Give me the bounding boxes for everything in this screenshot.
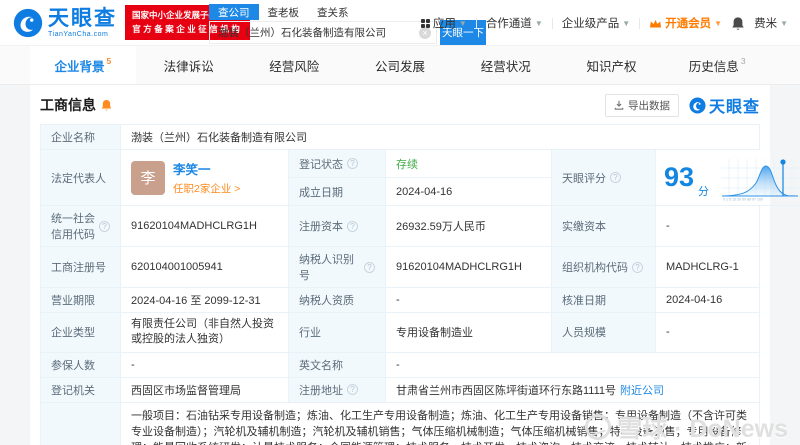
industry-label: 行业 [289, 313, 386, 353]
help-icon[interactable] [347, 158, 358, 169]
insured-value: - [121, 352, 289, 378]
tab-company-development[interactable]: 公司发展 [347, 46, 453, 84]
reg-capital-label: 注册资本 [289, 206, 386, 247]
user-menu[interactable]: 费米 ▼ [754, 15, 788, 31]
credit-code-value: 91620104MADHCLRG1H [121, 206, 289, 247]
industry-value: 专用设备制造业 [386, 313, 552, 353]
staff-size-value: - [656, 313, 760, 353]
legal-rep-cell: 李 李笑一 任职2家企业 > [121, 150, 289, 206]
approval-date-value: 2024-04-16 [656, 288, 760, 313]
reg-number-label: 工商注册号 [41, 247, 121, 288]
company-tabbar: 企业背景 5 法律诉讼 经营风险 公司发展 经营状况 知识产权 历史信息 3 [0, 46, 800, 85]
download-icon [614, 100, 624, 110]
business-term-label: 营业期限 [41, 288, 121, 313]
tab-company-background[interactable]: 企业背景 5 [30, 46, 136, 84]
staff-size-label: 人员规模 [552, 313, 656, 353]
help-icon[interactable] [347, 220, 358, 232]
tianyancha-brand-mark: 天眼查 [689, 93, 760, 117]
company-type-value: 有限责任公司（非自然人投资或控股的法人独资） [121, 313, 289, 353]
score-value: 93 [664, 162, 695, 192]
help-icon[interactable] [99, 220, 110, 232]
legal-rep-avatar[interactable]: 李 [131, 160, 165, 195]
taxpayer-id-value: 91620104MADHCLRG1H [386, 247, 552, 288]
help-icon[interactable] [364, 261, 375, 273]
reg-address-label: 注册地址 [289, 377, 386, 403]
org-code-label: 组织机构代码 [552, 247, 656, 288]
logo-title: 天眼查 [48, 6, 117, 30]
company-name-value: 渤装（兰州）石化装备制造有限公司 [121, 125, 760, 150]
legal-rep-label: 法定代表人 [41, 150, 121, 206]
nearby-companies-link[interactable]: 附近公司 [620, 382, 664, 398]
reg-capital-value: 26932.59万人民币 [386, 206, 552, 247]
score-label: 天眼评分 [552, 150, 656, 206]
logo-subtitle: TianYanCha.com [48, 30, 109, 38]
score-distribution-chart: 0 1 5 15 30 60 80 97 100 [721, 158, 800, 201]
reg-status-label: 登记状态 [289, 150, 386, 178]
tab-operation-risk[interactable]: 经营风险 [241, 46, 347, 84]
notification-bell[interactable] [731, 16, 745, 31]
company-name-label: 企业名称 [41, 125, 121, 150]
paid-capital-value: - [656, 206, 760, 247]
top-header: 天眼查 TianYanCha.com 国家中小企业发展子基金旗下 官方备案企业征… [0, 0, 800, 46]
tianyancha-logo[interactable]: 天眼查 TianYanCha.com [13, 8, 117, 38]
tab-intellectual-property[interactable]: 知识产权 [559, 46, 665, 84]
business-term-value: 2024-04-16 至 2099-12-31 [121, 288, 289, 313]
paid-capital-label: 实缴资本 [552, 206, 656, 247]
reg-status-value: 存续 [386, 150, 552, 178]
legal-rep-link[interactable]: 李笑一 [173, 159, 240, 178]
business-scope-value: 一般项目：石油钻采专用设备制造；炼油、化工生产专用设备制造；炼油、化工生产专用设… [121, 402, 760, 445]
approval-date-label: 核准日期 [552, 288, 656, 313]
help-icon[interactable] [610, 172, 621, 183]
score-cell[interactable]: 93 分 0 1 5 15 30 60 80 97 100 [656, 150, 800, 206]
help-icon[interactable] [632, 261, 643, 273]
tianyancha-logo-icon [13, 8, 43, 37]
est-date-value: 2024-04-16 [386, 178, 552, 206]
business-scope-label: 经营范围 [41, 402, 121, 445]
search-tab-boss[interactable]: 查老板 [259, 4, 309, 20]
reg-number-value: 620104001005941 [121, 247, 289, 288]
reg-authority-value: 西固区市场监督管理局 [121, 377, 289, 403]
english-name-value: - [386, 352, 760, 378]
export-data-button[interactable]: 导出数据 [604, 93, 679, 117]
search-tab-company[interactable]: 查公司 [209, 4, 259, 20]
score-axis-ticks: 0 1 5 15 30 60 80 97 100 [723, 197, 763, 201]
crown-icon [650, 19, 662, 27]
notice-bell-icon [101, 99, 112, 110]
taxpayer-quality-label: 纳税人资质 [289, 288, 386, 313]
nav-enterprise-products[interactable]: 企业级产品 ▼ [562, 15, 630, 31]
section-title: 工商信息 [40, 95, 112, 115]
nav-vip[interactable]: 开通会员 ▼ [649, 15, 722, 31]
tab-operating-status[interactable]: 经营状况 [453, 46, 559, 84]
apps-grid-icon [420, 18, 430, 28]
company-type-label: 企业类型 [41, 313, 121, 353]
english-name-label: 英文名称 [289, 352, 386, 378]
taxpayer-id-label: 纳税人识别号 [289, 247, 386, 288]
org-code-value: MADHCLRG-1 [656, 247, 760, 288]
reg-address-value: 甘肃省兰州市西固区陈坪街道环行东路1111号 附近公司 [386, 377, 760, 403]
nav-apps[interactable]: 应用 ▼ [420, 15, 467, 31]
search-tab-relation[interactable]: 查关系 [308, 4, 358, 20]
tab-legal-proceedings[interactable]: 法律诉讼 [136, 46, 242, 84]
score-unit: 分 [698, 186, 710, 198]
taxpayer-quality-value: - [386, 288, 552, 313]
header-nav: 应用 ▼ 合作通道 ▼ 企业级产品 ▼ 开通会员 ▼ 费米 ▼ [420, 0, 788, 46]
tab-history-info[interactable]: 历史信息 3 [664, 46, 770, 84]
search-input[interactable] [210, 26, 410, 39]
est-date-label: 成立日期 [289, 178, 386, 206]
reg-authority-label: 登记机关 [41, 377, 121, 403]
business-info-table: 企业名称 渤装（兰州）石化装备制造有限公司 法定代表人 李 李笑一 任职2家企业… [40, 124, 800, 445]
nav-cooperation[interactable]: 合作通道 ▼ [486, 15, 543, 31]
credit-code-label: 统一社会信用代码 [41, 206, 121, 247]
insured-label: 参保人数 [41, 352, 121, 378]
bell-icon [732, 16, 744, 30]
business-info-card: 工商信息 导出数据 天眼查 企业名称 渤装（兰州）石化装备制造有限公司 法定代表… [30, 85, 800, 445]
tianyancha-brand-icon [689, 96, 706, 114]
help-icon[interactable] [347, 384, 358, 396]
legal-rep-positions-link[interactable]: 任职2家企业 > [173, 181, 240, 196]
